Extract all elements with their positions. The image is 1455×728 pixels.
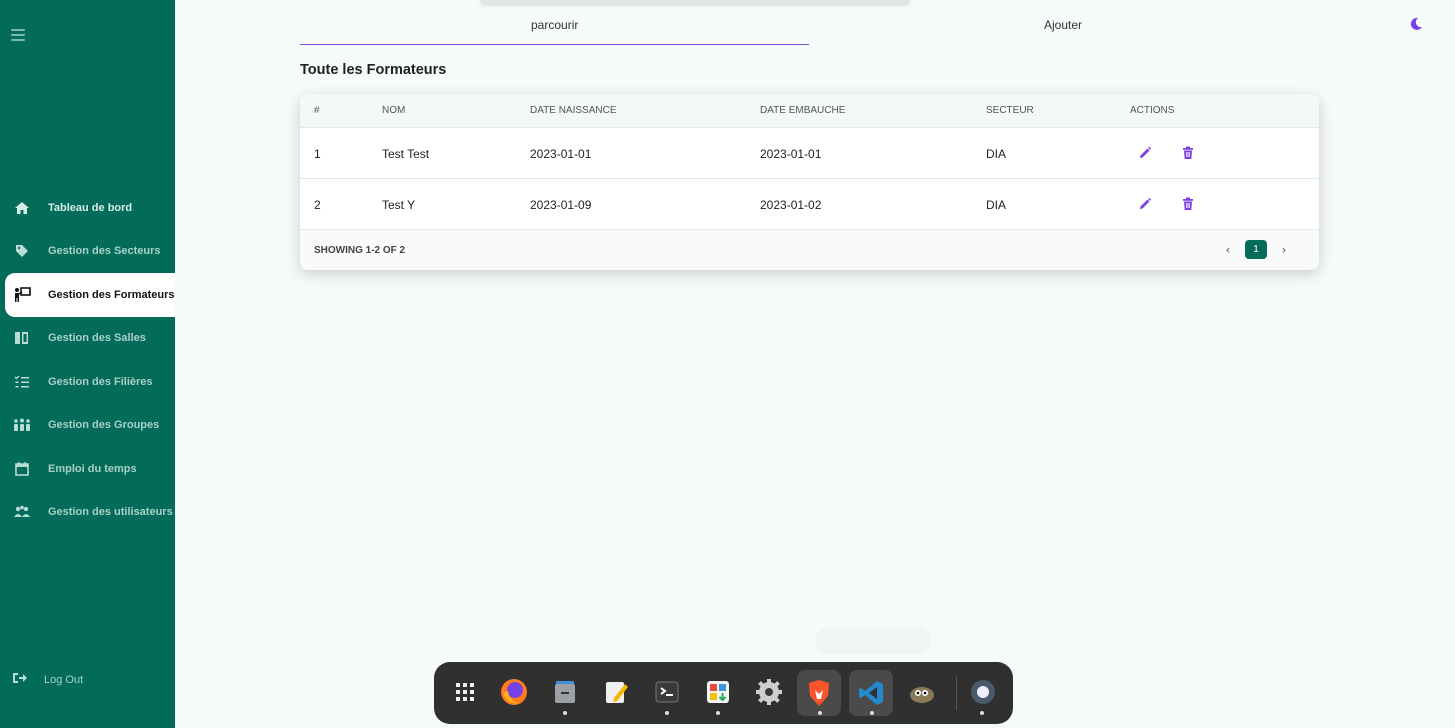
sidebar-item-formateurs[interactable]: Gestion des Formateurs	[5, 273, 175, 317]
cell-id: 2	[314, 198, 321, 212]
page-title: Toute les Formateurs	[300, 62, 447, 78]
obs-icon[interactable]	[966, 675, 1000, 709]
sidebar-item-label: Tableau de bord	[48, 201, 133, 214]
formateurs-table: # NOM DATE NAISSANCE DATE EMBAUCHE SECTE…	[300, 94, 1319, 270]
users-icon	[12, 502, 32, 522]
door-icon	[12, 328, 32, 348]
column-header-date-embauche: DATE EMBAUCHE	[760, 105, 846, 116]
column-header-date-naissance: DATE NAISSANCE	[530, 105, 617, 116]
teacher-icon	[12, 285, 32, 305]
column-header-id: #	[314, 105, 320, 116]
sidebar-item-label: Gestion des Salles	[48, 332, 146, 345]
cell-nom: Test Y	[382, 198, 416, 212]
dock-separator	[956, 676, 957, 710]
table-row: 1 Test Test 2023-01-01 2023-01-01 DIA	[300, 128, 1319, 179]
menu-icon[interactable]	[11, 29, 25, 41]
column-header-actions: ACTIONS	[1130, 105, 1175, 116]
edit-icon[interactable]	[1137, 145, 1153, 161]
home-icon	[12, 198, 32, 218]
taskbar-dock	[434, 662, 1013, 724]
sidebar-item-filieres[interactable]: Gestion des Filières	[0, 360, 175, 404]
tab-parcourir[interactable]: parcourir	[531, 18, 578, 32]
sidebar-item-label: Gestion des utilisateurs	[48, 506, 173, 519]
active-tab-indicator	[300, 44, 809, 45]
sidebar-item-secteurs[interactable]: Gestion des Secteurs	[0, 230, 175, 274]
sidebar-item-label: Gestion des Groupes	[48, 419, 160, 432]
trash-icon[interactable]	[1180, 145, 1196, 161]
sidebar-item-salles[interactable]: Gestion des Salles	[0, 317, 175, 361]
sidebar-item-label: Gestion des Filières	[48, 375, 153, 388]
terminal-icon[interactable]	[650, 675, 684, 709]
cell-secteur: DIA	[986, 198, 1007, 212]
pagination: ‹ 1 ›	[1219, 240, 1293, 259]
sidebar: Tableau de bord Gestion des Secteurs Ges…	[0, 0, 175, 728]
sidebar-nav: Tableau de bord Gestion des Secteurs Ges…	[0, 186, 175, 534]
running-indicator	[665, 711, 669, 715]
trash-icon[interactable]	[1180, 196, 1196, 212]
firefox-icon[interactable]	[497, 675, 531, 709]
text-editor-icon[interactable]	[599, 675, 633, 709]
checklist-icon	[12, 372, 32, 392]
tag-icon	[12, 241, 32, 261]
settings-icon[interactable]	[752, 675, 786, 709]
sidebar-item-dashboard[interactable]: Tableau de bord	[0, 186, 175, 230]
sidebar-item-utilisateurs[interactable]: Gestion des utilisateurs	[0, 491, 175, 535]
cell-date-embauche: 2023-01-01	[760, 147, 822, 161]
app-grid-icon[interactable]	[448, 675, 482, 709]
cell-nom: Test Test	[382, 147, 430, 161]
group-icon	[12, 415, 32, 435]
sidebar-item-label: Gestion des Formateurs	[48, 288, 175, 301]
running-indicator	[563, 711, 567, 715]
cell-date-naissance: 2023-01-01	[530, 147, 592, 161]
sidebar-item-label: Emploi du temps	[48, 462, 137, 475]
table-header: # NOM DATE NAISSANCE DATE EMBAUCHE SECTE…	[300, 94, 1319, 128]
running-indicator	[980, 711, 984, 715]
calendar-icon	[12, 459, 32, 479]
pagination-summary: SHOWING 1-2 OF 2	[314, 245, 406, 256]
cell-secteur: DIA	[986, 147, 1007, 161]
cell-id: 1	[314, 147, 321, 161]
software-icon[interactable]	[701, 675, 735, 709]
gimp-icon[interactable]	[905, 675, 939, 709]
cell-date-embauche: 2023-01-02	[760, 198, 822, 212]
sidebar-item-label: Gestion des Secteurs	[48, 245, 161, 258]
files-icon[interactable]	[548, 675, 582, 709]
next-page-button[interactable]: ›	[1275, 243, 1293, 257]
logout-icon	[12, 670, 28, 689]
tab-bar: parcourir Ajouter	[300, 0, 1300, 46]
vscode-icon[interactable]	[849, 670, 893, 716]
dock-tooltip	[815, 628, 931, 654]
logout-label: Log Out	[44, 673, 84, 686]
column-header-nom: NOM	[382, 105, 406, 116]
cell-date-naissance: 2023-01-09	[530, 198, 592, 212]
column-header-secteur: SECTEUR	[986, 105, 1034, 116]
running-indicator	[818, 711, 822, 715]
sidebar-item-groupes[interactable]: Gestion des Groupes	[0, 404, 175, 448]
brave-icon[interactable]	[797, 670, 841, 716]
running-indicator	[716, 711, 720, 715]
logout-button[interactable]: Log Out	[12, 670, 83, 689]
moon-icon[interactable]	[1408, 16, 1424, 32]
table-footer: SHOWING 1-2 OF 2 ‹ 1 ›	[300, 230, 1319, 270]
running-indicator	[870, 711, 874, 715]
page-button-1[interactable]: 1	[1245, 240, 1267, 259]
table-row: 2 Test Y 2023-01-09 2023-01-02 DIA	[300, 179, 1319, 230]
tab-ajouter[interactable]: Ajouter	[1044, 18, 1082, 32]
prev-page-button[interactable]: ‹	[1219, 243, 1237, 257]
edit-icon[interactable]	[1137, 196, 1153, 212]
sidebar-item-emploi[interactable]: Emploi du temps	[0, 447, 175, 491]
